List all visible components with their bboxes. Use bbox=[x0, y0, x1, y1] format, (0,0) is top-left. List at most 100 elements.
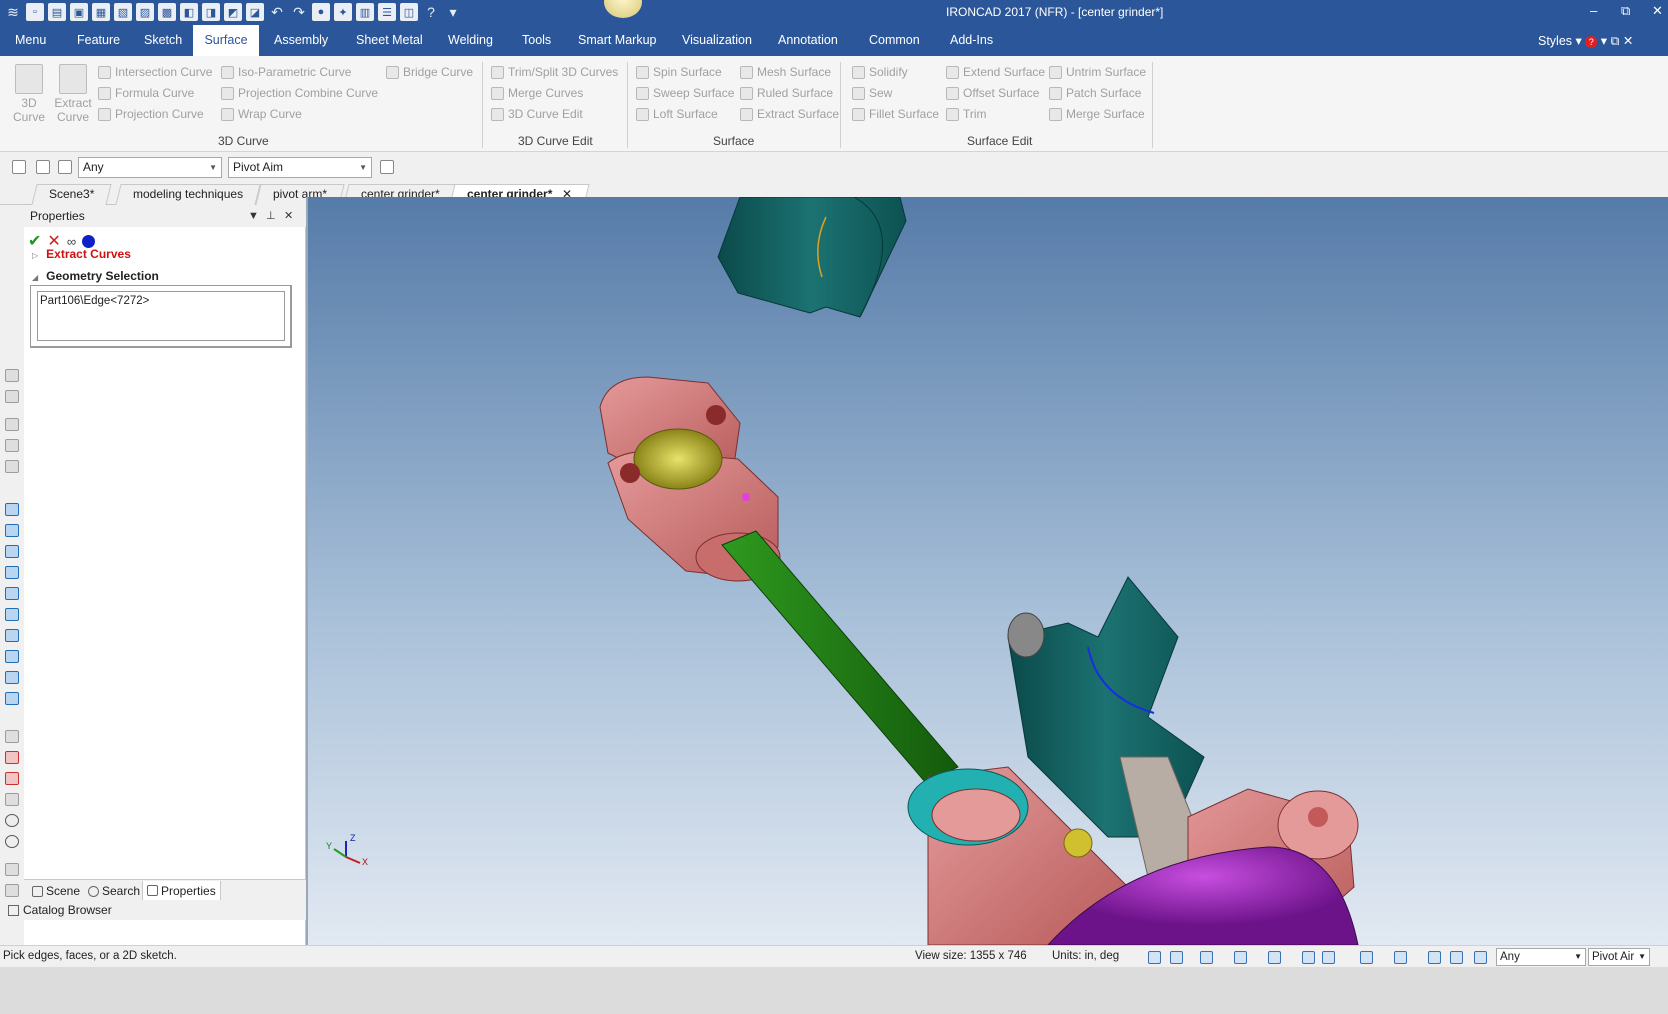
copy-icon[interactable]: ◧ bbox=[180, 3, 198, 21]
curve-tool-icon[interactable] bbox=[5, 863, 19, 876]
print-icon[interactable]: ▩ bbox=[158, 3, 176, 21]
merge-surface-button[interactable]: Merge Surface bbox=[1049, 105, 1145, 123]
mesh-surface-button[interactable]: Mesh Surface bbox=[740, 63, 831, 81]
intersection-curve-button[interactable]: Intersection Curve bbox=[98, 63, 212, 81]
panel-tab-search[interactable]: Search bbox=[84, 881, 144, 901]
box-shape-icon[interactable] bbox=[5, 650, 19, 663]
rotate-icon[interactable] bbox=[5, 814, 19, 827]
box-shape-icon[interactable] bbox=[5, 671, 19, 684]
model-render[interactable]: Z X Y bbox=[308, 197, 1668, 945]
open-icon[interactable]: ▤ bbox=[48, 3, 66, 21]
axis-triad[interactable]: Z X Y bbox=[326, 833, 368, 867]
teal-cutter-top[interactable] bbox=[717, 197, 907, 318]
panel-tab-scene[interactable]: Scene bbox=[28, 881, 84, 901]
minimize-button[interactable]: – bbox=[1590, 3, 1597, 18]
help-icon[interactable]: ? bbox=[422, 3, 440, 21]
projection-curve-button[interactable]: Projection Curve bbox=[98, 105, 204, 123]
tab-visualization[interactable]: Visualization bbox=[674, 25, 760, 56]
status-pivot-select[interactable]: Pivot Air ▼ bbox=[1588, 948, 1650, 966]
new-icon[interactable]: ▫ bbox=[26, 3, 44, 21]
orient-icon[interactable] bbox=[1268, 951, 1281, 964]
box-shape-icon[interactable] bbox=[5, 503, 19, 516]
solidify-button[interactable]: Solidify bbox=[852, 63, 908, 81]
merge-curves-button[interactable]: Merge Curves bbox=[491, 84, 583, 102]
wrap-curve-button[interactable]: Wrap Curve bbox=[221, 105, 302, 123]
selection-filter-icon[interactable] bbox=[12, 160, 26, 174]
pointer-icon[interactable] bbox=[36, 160, 50, 174]
green-shaft[interactable] bbox=[721, 530, 959, 784]
extend-surface-button[interactable]: Extend Surface bbox=[946, 63, 1045, 81]
no-entry-icon[interactable] bbox=[5, 835, 19, 848]
iso-parametric-curve-button[interactable]: Iso-Parametric Curve bbox=[221, 63, 351, 81]
box-shape-icon[interactable] bbox=[5, 566, 19, 579]
panel-menu-icon[interactable]: ▼ bbox=[248, 205, 259, 227]
app-logo-icon[interactable]: ≋ bbox=[4, 3, 22, 21]
paste-icon[interactable]: ◩ bbox=[224, 3, 242, 21]
hierarchy-icon[interactable] bbox=[380, 160, 394, 174]
undo-icon[interactable]: ↶ bbox=[268, 3, 286, 21]
loft-surface-button[interactable]: Loft Surface bbox=[636, 105, 718, 123]
ruler-icon[interactable] bbox=[5, 884, 19, 897]
ruled-surface-button[interactable]: Ruled Surface bbox=[740, 84, 833, 102]
layers-icon[interactable] bbox=[1394, 951, 1407, 964]
view-icon[interactable] bbox=[5, 390, 19, 403]
patch-surface-button[interactable]: Patch Surface bbox=[1049, 84, 1141, 102]
camera-icon[interactable] bbox=[5, 751, 19, 764]
list-icon[interactable]: ☰ bbox=[378, 3, 396, 21]
untrim-surface-button[interactable]: Untrim Surface bbox=[1049, 63, 1146, 81]
filter-icon[interactable] bbox=[1428, 951, 1441, 964]
scene-icon[interactable]: ▥ bbox=[356, 3, 374, 21]
selection-filter-select[interactable]: Any ▼ bbox=[78, 157, 222, 178]
triball-icon[interactable]: ✦ bbox=[334, 3, 352, 21]
shaded-view-icon[interactable] bbox=[1234, 951, 1247, 964]
light-icon[interactable] bbox=[5, 772, 19, 785]
sweep-surface-button[interactable]: Sweep Surface bbox=[636, 84, 734, 102]
box-shape-icon[interactable] bbox=[5, 629, 19, 642]
close-panel-icon[interactable]: ✕ bbox=[284, 205, 293, 227]
tab-tools[interactable]: Tools bbox=[514, 25, 559, 56]
tab-assembly[interactable]: Assembly bbox=[266, 25, 336, 56]
formula-curve-button[interactable]: Formula Curve bbox=[98, 84, 194, 102]
help-icon[interactable]: ? bbox=[1585, 36, 1598, 48]
view-icon[interactable] bbox=[5, 439, 19, 452]
close-doc-icon[interactable]: ▣ bbox=[70, 3, 88, 21]
projection-combine-curve-button[interactable]: Projection Combine Curve bbox=[221, 84, 378, 102]
pin-icon[interactable]: ⊥ bbox=[266, 205, 276, 227]
render-icon[interactable]: ● bbox=[312, 3, 330, 21]
status-filter-select[interactable]: Any ▼ bbox=[1496, 948, 1586, 966]
zoom-fit-icon[interactable] bbox=[1148, 951, 1161, 964]
view-icon[interactable] bbox=[5, 418, 19, 431]
restore-button[interactable]: ⧉ bbox=[1621, 3, 1630, 19]
box-shape-icon[interactable] bbox=[5, 692, 19, 705]
trim-button[interactable]: Trim bbox=[946, 105, 987, 123]
tab-welding[interactable]: Welding bbox=[440, 25, 501, 56]
view-cube-icon[interactable] bbox=[1200, 951, 1213, 964]
folder-icon[interactable]: ▨ bbox=[136, 3, 154, 21]
tab-surface[interactable]: Surface bbox=[193, 25, 259, 56]
tab-common[interactable]: Common bbox=[861, 25, 928, 56]
sew-button[interactable]: Sew bbox=[852, 84, 892, 102]
window-icon[interactable]: ◫ bbox=[400, 3, 418, 21]
box-shape-icon[interactable] bbox=[5, 608, 19, 621]
3d-curve-button[interactable]: 3D Curve bbox=[12, 64, 46, 124]
bridge-curve-button[interactable]: Bridge Curve bbox=[386, 63, 473, 81]
tab-add-ins[interactable]: Add-Ins bbox=[942, 25, 1001, 56]
customize-icon[interactable]: ▾ bbox=[444, 3, 462, 21]
catalog-icon[interactable]: ◪ bbox=[246, 3, 264, 21]
view-icon[interactable] bbox=[5, 460, 19, 473]
extract-curve-button[interactable]: Extract Curve bbox=[52, 64, 94, 124]
view-icon[interactable] bbox=[5, 369, 19, 382]
geometry-selection-row[interactable]: ◢ Geometry Selection bbox=[32, 269, 159, 283]
extract-curves-row[interactable]: ▷ Extract Curves bbox=[32, 247, 131, 261]
select-options-icon[interactable] bbox=[1474, 951, 1487, 964]
trim-split-3d-curves-button[interactable]: Trim/Split 3D Curves bbox=[491, 63, 618, 81]
apply-dot-icon[interactable] bbox=[82, 234, 96, 248]
select-options-icon[interactable] bbox=[58, 160, 72, 174]
save-icon[interactable]: ▦ bbox=[92, 3, 110, 21]
3d-viewport[interactable]: Z X Y bbox=[306, 197, 1668, 945]
extract-surface-button[interactable]: Extract Surface bbox=[740, 105, 839, 123]
box-shape-icon[interactable] bbox=[5, 587, 19, 600]
catalog-browser-bar[interactable]: Catalog Browser bbox=[0, 900, 306, 920]
cut-icon[interactable]: ◨ bbox=[202, 3, 220, 21]
tab-annotation[interactable]: Annotation bbox=[770, 25, 846, 56]
